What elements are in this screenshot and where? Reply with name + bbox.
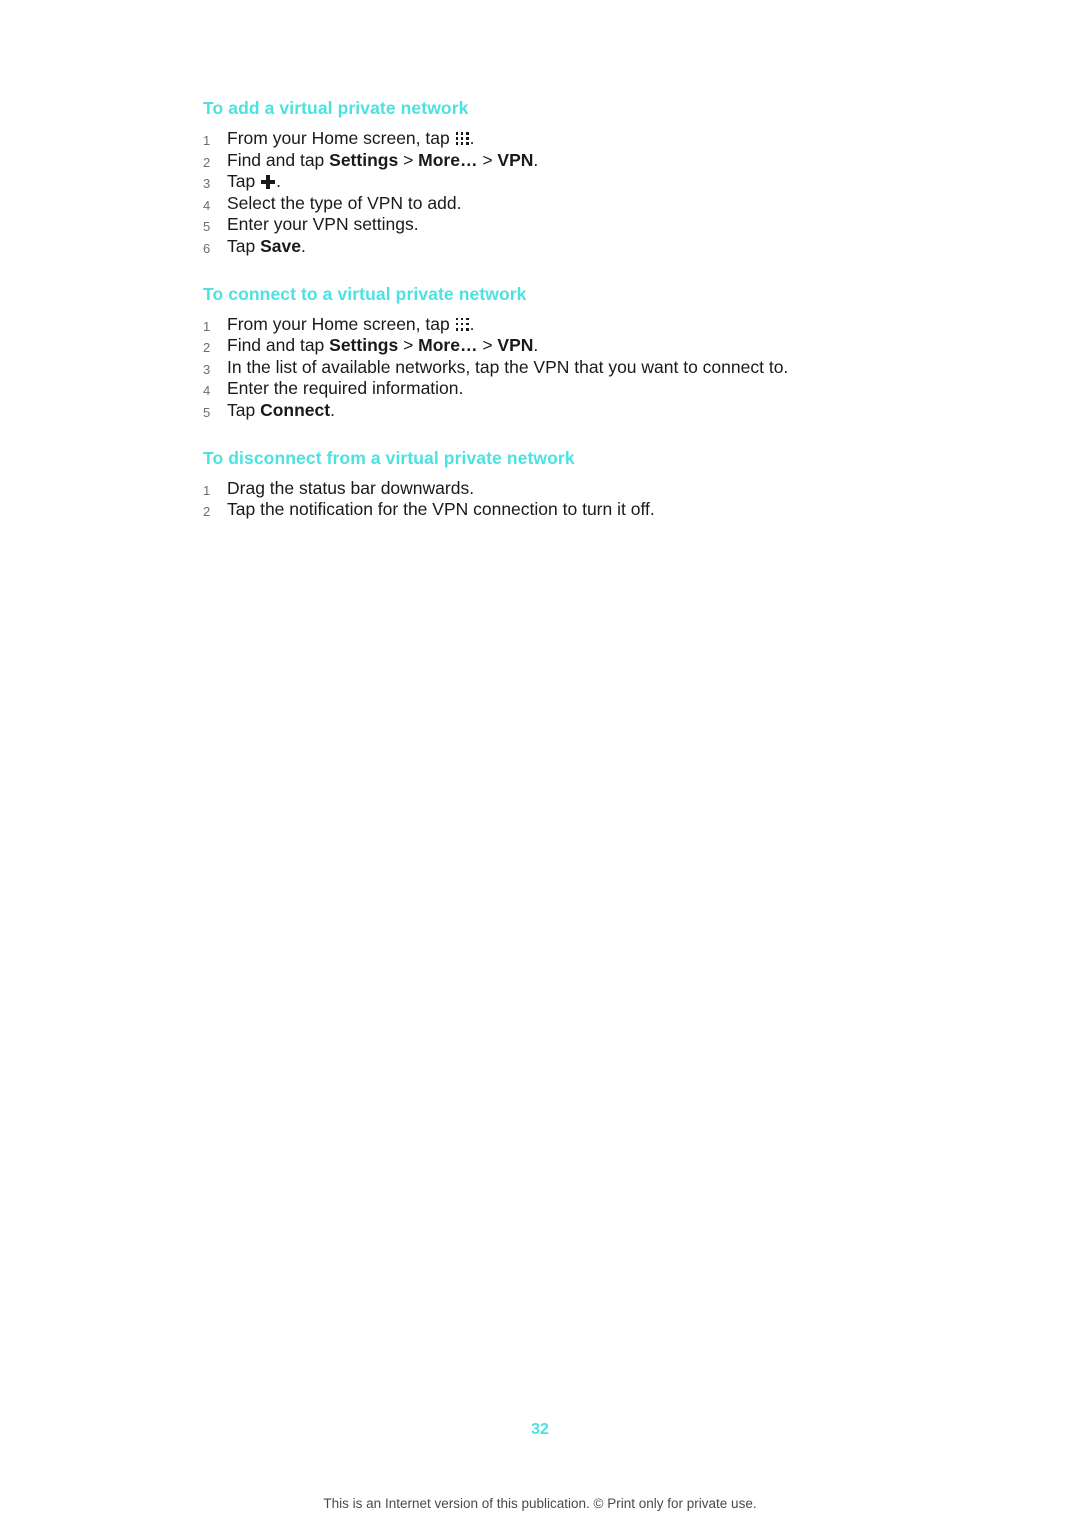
step-text-fragment: . [469,313,475,334]
step-item: 1 Drag the status bar downwards. [203,478,903,500]
step-text: Enter your VPN settings. [227,214,419,234]
step-text: From your Home screen, tap . [227,314,474,334]
emphasis-label: More… [418,149,478,170]
step-item: 5 Tap Connect. [203,400,903,422]
instruction-section: To disconnect from a virtual private net… [203,448,903,521]
instruction-section: To connect to a virtual private network 1… [203,284,903,422]
step-text-fragment: Find and tap [227,149,330,170]
emphasis-label: More… [418,335,478,356]
step-text-fragment: . [533,149,539,170]
step-text-fragment: Tap [227,171,261,192]
step-text: Tap . [227,171,281,191]
step-text-fragment: Tap the notification for the VPN connect… [227,499,655,520]
step-list: 1 Drag the status bar downwards. 2 Tap the … [203,478,903,521]
step-text-fragment: > [398,335,419,356]
app-grid-icon [455,132,469,145]
step-text-fragment: . [533,335,539,356]
step-text: Find and tap Settings > More… > VPN. [227,150,538,170]
emphasis-label: Settings [329,149,399,170]
step-text-fragment: Select the type of VPN to add. [227,192,462,213]
step-number: 5 [203,219,211,235]
step-text-fragment: Enter the required information. [227,378,464,399]
emphasis-label: VPN [497,335,534,356]
step-text-fragment: Find and tap [227,335,330,356]
document-page: To add a virtual private network 1 From yo… [0,0,1080,1527]
step-number: 5 [203,404,211,420]
step-item: 2 Find and tap Settings > More… > VPN. [203,335,903,357]
step-number: 3 [203,176,211,192]
step-text-fragment: > [477,149,498,170]
step-number: 4 [203,383,211,399]
step-item: 3 In the list of available networks, tap … [203,357,903,379]
step-text-fragment: > [398,149,419,170]
step-item: 1 From your Home screen, tap . [203,314,903,336]
step-number: 1 [203,133,211,148]
step-text-fragment: Tap [227,399,261,420]
step-text-fragment: Enter your VPN settings. [227,214,419,235]
app-grid-icon [455,317,469,331]
step-number: 1 [203,318,211,334]
step-text: In the list of available networks, tap t… [227,357,788,377]
step-item: 6 Tap Save. [203,236,903,258]
step-number: 3 [203,361,211,377]
step-item: 2 Find and tap Settings > More… > VPN. [203,150,903,172]
step-text-fragment: From your Home screen, tap [227,313,455,334]
step-item: 4 Enter the required information. [203,378,903,400]
step-number: 2 [203,504,211,520]
emphasis-label: Settings [329,335,399,356]
section-heading: To connect to a virtual private network [203,283,527,304]
section-heading: To disconnect from a virtual private net… [203,447,575,468]
step-text: Tap Connect. [227,400,335,420]
step-text-fragment: . [300,235,306,256]
step-number: 2 [203,340,211,356]
step-item: 1 From your Home screen, tap . [203,128,903,150]
step-number: 6 [203,240,211,256]
step-text-fragment: From your Home screen, tap [227,128,455,148]
step-item: 4 Select the type of VPN to add. [203,193,903,215]
step-text-fragment: . [330,399,335,420]
step-item: 3 Tap . [203,171,903,193]
page-number: 32 [531,1421,549,1438]
step-text-fragment: In the list of available networks, tap t… [227,356,789,377]
section-heading: To add a virtual private network [203,98,469,118]
step-text: Enter the required information. [227,378,463,398]
emphasis-label: Connect [260,399,331,420]
step-number: 1 [203,482,211,498]
step-text: Find and tap Settings > More… > VPN. [227,335,538,355]
step-text: Tap Save. [227,236,306,256]
step-list: 1 From your Home screen, tap . 2 Find and t… [203,128,903,258]
step-text-fragment: > [477,335,498,356]
step-text: Drag the status bar downwards. [227,478,474,498]
instruction-section: To add a virtual private network 1 From yo… [203,98,903,258]
emphasis-label: VPN [497,149,534,170]
step-text-fragment: . [469,128,475,148]
plus-icon [261,175,276,190]
step-text-fragment: . [276,171,281,192]
step-item: 2 Tap the notification for the VPN connec… [203,499,903,521]
step-list: 1 From your Home screen, tap . 2 Find and t… [203,314,903,422]
step-text-fragment: Tap [227,235,261,256]
step-number: 4 [203,197,211,213]
step-text: Tap the notification for the VPN connect… [227,499,655,519]
step-text-fragment: Drag the status bar downwards. [227,477,475,498]
step-text: From your Home screen, tap . [227,128,474,148]
emphasis-label: Save [260,235,301,256]
footer-copyright-note: This is an Internet version of this publ… [323,1496,757,1511]
step-text: Select the type of VPN to add. [227,193,461,213]
step-item: 5 Enter your VPN settings. [203,214,903,236]
page-content: To add a virtual private network 1 From yo… [203,98,903,547]
step-number: 2 [203,154,211,170]
